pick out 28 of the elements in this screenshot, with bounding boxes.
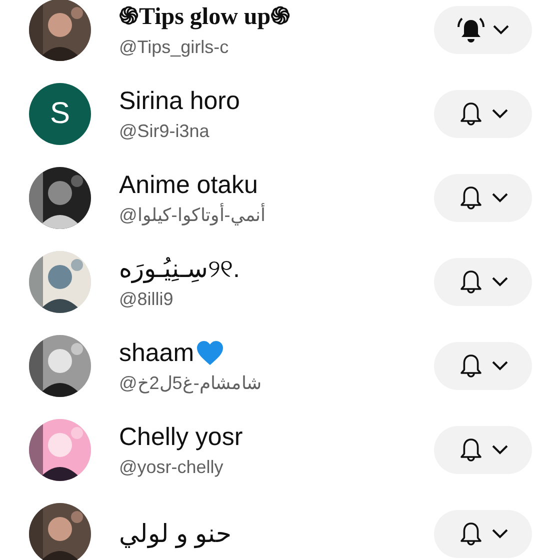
chevron-down-icon bbox=[491, 192, 509, 204]
notification-button[interactable] bbox=[434, 426, 532, 474]
channel-handle: @شامشام-غ5ل2خ bbox=[119, 372, 262, 395]
chevron-down-icon bbox=[492, 24, 510, 36]
channel-handle: @Sir9-i3na bbox=[119, 120, 210, 143]
chevron-down-icon bbox=[491, 444, 509, 456]
channel-name[interactable]: سِـنِيُـورَه୨୧. bbox=[119, 253, 240, 285]
channel-name[interactable]: Chelly yosr bbox=[119, 421, 243, 453]
channel-name[interactable]: ֍Tips glow up֍ bbox=[119, 1, 291, 33]
avatar[interactable]: S bbox=[29, 83, 91, 145]
channel-name[interactable]: Sirina horo bbox=[119, 85, 240, 117]
notification-button[interactable] bbox=[434, 342, 532, 390]
channel-name[interactable]: Anime otaku bbox=[119, 169, 258, 201]
channel-handle: @yosr-chelly bbox=[119, 456, 224, 479]
notification-button[interactable] bbox=[434, 510, 532, 558]
notification-button[interactable] bbox=[434, 258, 532, 306]
chevron-down-icon bbox=[491, 528, 509, 540]
chevron-down-icon bbox=[491, 108, 509, 120]
notification-button[interactable] bbox=[434, 174, 532, 222]
notification-button[interactable] bbox=[434, 90, 532, 138]
chevron-down-icon bbox=[491, 276, 509, 288]
channel-name[interactable]: shaam bbox=[119, 337, 194, 369]
channel-handle: @Tips_girls-c bbox=[119, 36, 230, 59]
channel-handle: @8illi9 bbox=[119, 288, 174, 311]
channel-handle: @أنمي-أوتاكوا-كيلوا bbox=[119, 203, 266, 227]
channel-name[interactable]: حنو و لولي bbox=[119, 518, 231, 550]
chevron-down-icon bbox=[491, 360, 509, 372]
notification-button[interactable] bbox=[434, 6, 532, 54]
